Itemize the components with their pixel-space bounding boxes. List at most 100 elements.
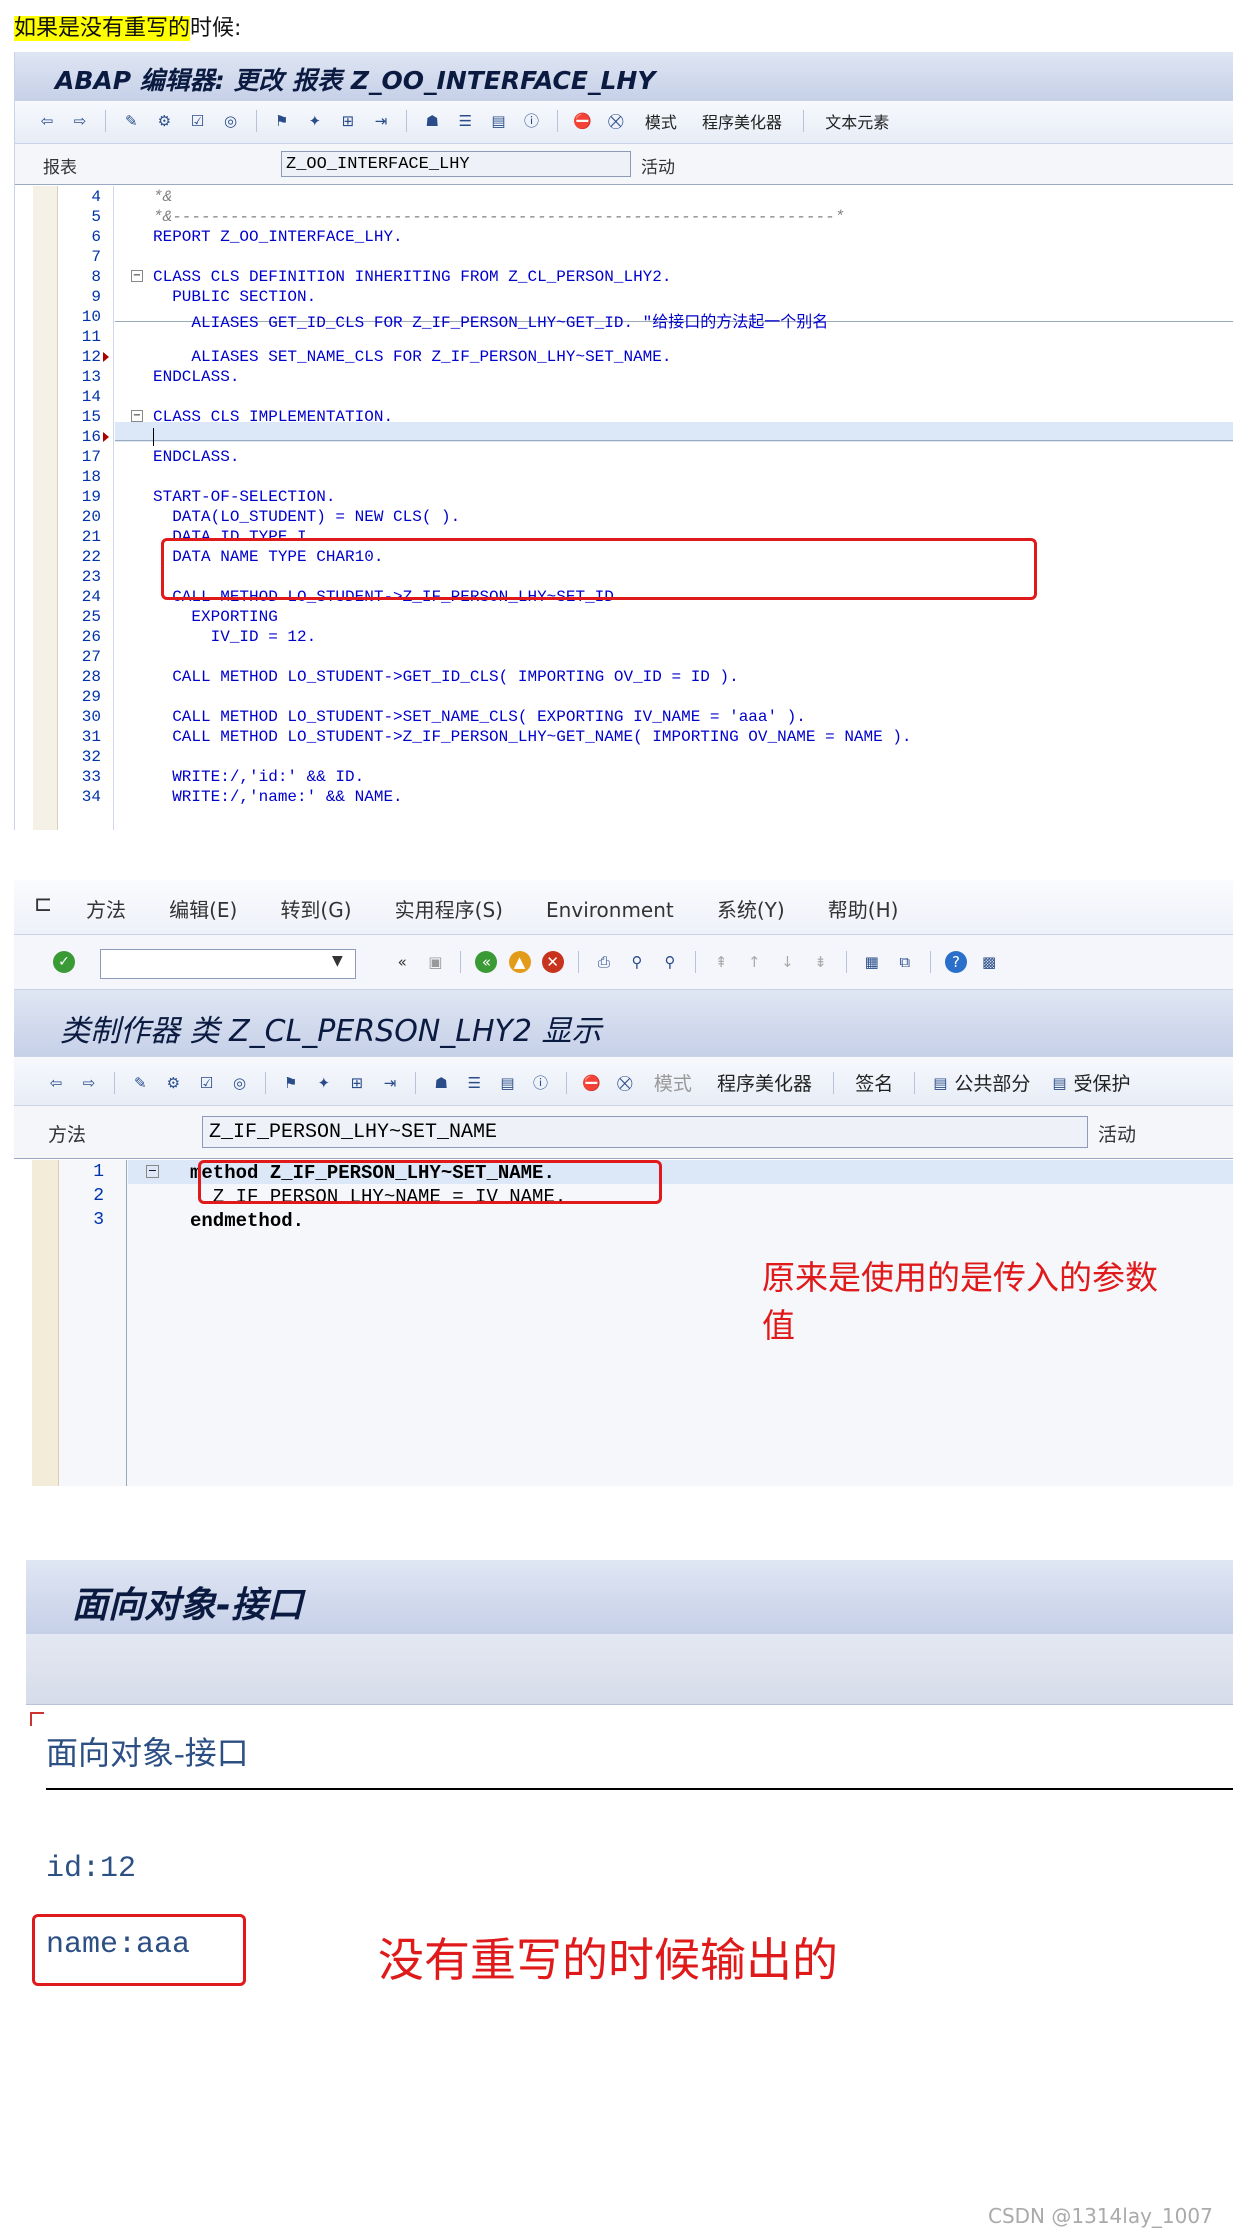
print-icon[interactable]: ⎙ bbox=[593, 951, 615, 973]
code-line: CALL METHOD LO_STUDENT->Z_IF_PERSON_LHY~… bbox=[153, 728, 912, 746]
activate-icon[interactable]: ◎ bbox=[229, 1072, 251, 1094]
prev-page-icon[interactable]: ↑ bbox=[743, 951, 765, 973]
next-page-icon[interactable]: ↓ bbox=[776, 951, 798, 973]
other-object-icon[interactable]: ⚙ bbox=[153, 110, 175, 132]
editor-title: ABAP 编辑器: 更改 报表 Z_OO_INTERFACE_LHY bbox=[55, 66, 656, 95]
collapse-icon[interactable]: − bbox=[146, 1165, 159, 1178]
line-number: 28 bbox=[81, 668, 101, 686]
activate-icon[interactable]: ◎ bbox=[220, 110, 242, 132]
command-field[interactable] bbox=[100, 949, 356, 979]
output-corner-mark bbox=[30, 1712, 44, 1726]
panel-icon[interactable]: ▤ bbox=[496, 1072, 518, 1094]
editor-title-bar: ABAP 编辑器: 更改 报表 Z_OO_INTERFACE_LHY bbox=[15, 52, 1233, 100]
enter-icon[interactable]: ✓ bbox=[53, 951, 75, 973]
double-chevron-left-icon[interactable]: « bbox=[391, 951, 413, 973]
mode-button[interactable]: 模式 bbox=[645, 109, 677, 133]
navigate-icon[interactable]: ⇥ bbox=[379, 1072, 401, 1094]
last-page-icon[interactable]: ⇟ bbox=[810, 951, 832, 973]
session-breakpoint-icon[interactable]: ⛒ bbox=[614, 1072, 636, 1094]
exit-icon[interactable]: ▲ bbox=[508, 951, 531, 973]
forward-arrow-icon[interactable]: ⇨ bbox=[69, 110, 91, 132]
session-breakpoint-icon[interactable]: ⛒ bbox=[605, 110, 627, 132]
toggle-edit-icon[interactable]: ✎ bbox=[129, 1072, 151, 1094]
csdn-watermark: CSDN @1314lay_1007 bbox=[988, 2204, 1213, 2228]
line-number: 13 bbox=[81, 368, 101, 386]
line-number: 33 bbox=[81, 768, 101, 786]
line-number: 12 bbox=[81, 348, 101, 366]
line-number: 21 bbox=[81, 528, 101, 546]
public-section-button[interactable]: 公共部分 bbox=[954, 1069, 1030, 1096]
info-icon[interactable]: ⓘ bbox=[521, 110, 543, 132]
menu-system[interactable]: 系统(Y) bbox=[717, 894, 785, 923]
text-elements-button[interactable]: 文本元素 bbox=[825, 109, 889, 133]
public-section-icon[interactable]: ▤ bbox=[929, 1072, 951, 1094]
other-object-icon[interactable]: ⚙ bbox=[162, 1072, 184, 1094]
report-name-field[interactable]: Z_OO_INTERFACE_LHY bbox=[281, 151, 631, 177]
line-number: 15 bbox=[81, 408, 101, 426]
pretty-printer-button[interactable]: 程序美化器 bbox=[702, 109, 782, 133]
method-name-field[interactable]: Z_IF_PERSON_LHY~SET_NAME bbox=[202, 1116, 1088, 1148]
find-next-icon[interactable]: ⚲ bbox=[659, 951, 681, 973]
help-icon[interactable]: ? bbox=[944, 951, 967, 973]
where-used-icon[interactable]: ⊞ bbox=[346, 1072, 368, 1094]
menu-help[interactable]: 帮助(H) bbox=[828, 894, 899, 923]
menu-method[interactable]: 方法 bbox=[86, 894, 126, 923]
collapse-icon[interactable]: − bbox=[131, 270, 143, 282]
forward-arrow-icon[interactable]: ⇨ bbox=[78, 1072, 100, 1094]
method-code-area[interactable]: 1 − method Z_IF_PERSON_LHY~SET_NAME. 2 Z… bbox=[32, 1160, 1233, 1486]
menu-utilities[interactable]: 实用程序(S) bbox=[395, 894, 503, 923]
menu-environment[interactable]: Environment bbox=[546, 898, 674, 922]
line-number: 22 bbox=[81, 548, 101, 566]
check-icon[interactable]: ☑ bbox=[195, 1072, 217, 1094]
collapse-icon[interactable]: − bbox=[131, 410, 143, 422]
protected-section-icon[interactable]: ▤ bbox=[1049, 1072, 1071, 1094]
back-arrow-icon[interactable]: ⇦ bbox=[45, 1072, 67, 1094]
where-used-icon[interactable]: ⊞ bbox=[337, 110, 359, 132]
menu-goto[interactable]: 转到(G) bbox=[280, 894, 351, 923]
line-number: 14 bbox=[81, 388, 101, 406]
signature-button[interactable]: 签名 bbox=[855, 1069, 893, 1096]
code-line: ENDCLASS. bbox=[153, 448, 240, 466]
code-line: REPORT Z_OO_INTERFACE_LHY. bbox=[153, 228, 403, 246]
panel-icon[interactable]: ▤ bbox=[487, 110, 509, 132]
line-number: 30 bbox=[81, 708, 101, 726]
line-number: 25 bbox=[81, 608, 101, 626]
pretty-printer-button[interactable]: 程序美化器 bbox=[717, 1069, 812, 1096]
annotation-output: 没有重写的时候输出的 bbox=[378, 1933, 838, 1987]
stack-icon[interactable]: ☰ bbox=[463, 1072, 485, 1094]
back-icon[interactable]: « bbox=[475, 951, 498, 973]
code-line: CALL METHOD LO_STUDENT->GET_ID_CLS( IMPO… bbox=[153, 668, 739, 686]
menu-edit[interactable]: 编辑(E) bbox=[169, 894, 237, 923]
test-icon[interactable]: ⚑ bbox=[271, 110, 293, 132]
layout-icon[interactable]: ▩ bbox=[978, 951, 1000, 973]
check-icon[interactable]: ☑ bbox=[186, 110, 208, 132]
menu-icon[interactable]: ⊏ bbox=[34, 892, 52, 917]
annotation-param: 原来是使用的是传入的参数值 bbox=[762, 1258, 1158, 1345]
hierarchy-icon[interactable]: ☗ bbox=[421, 110, 443, 132]
test-icon[interactable]: ⚑ bbox=[280, 1072, 302, 1094]
cancel-icon[interactable]: ✕ bbox=[541, 951, 564, 973]
caption: 如果是没有重写的时候: bbox=[14, 10, 241, 42]
back-arrow-icon[interactable]: ⇦ bbox=[36, 110, 58, 132]
dropdown-arrow-icon[interactable]: ▼ bbox=[332, 953, 343, 969]
hierarchy-icon[interactable]: ☗ bbox=[430, 1072, 452, 1094]
new-session-icon[interactable]: ▦ bbox=[861, 951, 883, 973]
navigate-icon[interactable]: ⇥ bbox=[370, 110, 392, 132]
info-icon[interactable]: ⓘ bbox=[530, 1072, 552, 1094]
find-icon[interactable]: ⚲ bbox=[626, 951, 648, 973]
wand-icon[interactable]: ✦ bbox=[313, 1072, 335, 1094]
breakpoint-icon[interactable]: ⛔ bbox=[581, 1072, 603, 1094]
code-line: DATA(LO_STUDENT) = NEW CLS( ). bbox=[153, 508, 461, 526]
shortcut-icon[interactable]: ⧉ bbox=[894, 951, 916, 973]
code-gutter-strip bbox=[32, 1160, 59, 1486]
first-page-icon[interactable]: ⇞ bbox=[710, 951, 732, 973]
code-area[interactable]: 4 *& 5 *&-------------------------------… bbox=[33, 186, 1233, 830]
stack-icon[interactable]: ☰ bbox=[454, 110, 476, 132]
code-line: *&--------------------------------------… bbox=[153, 208, 845, 226]
breakpoint-icon[interactable]: ⛔ bbox=[572, 110, 594, 132]
mode-button[interactable]: 模式 bbox=[654, 1069, 692, 1096]
toggle-edit-icon[interactable]: ✎ bbox=[120, 110, 142, 132]
protected-section-button[interactable]: 受保护 bbox=[1074, 1069, 1131, 1096]
wand-icon[interactable]: ✦ bbox=[304, 110, 326, 132]
save-icon[interactable]: ▣ bbox=[424, 951, 446, 973]
